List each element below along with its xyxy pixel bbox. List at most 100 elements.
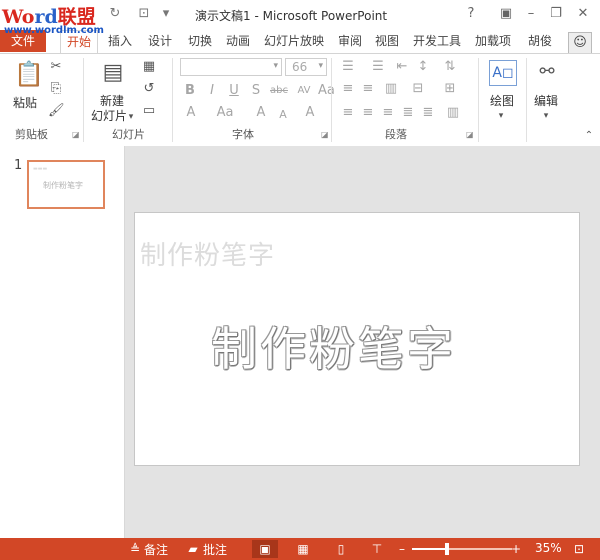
paragraph-launcher-icon[interactable]: ◪ — [466, 130, 474, 139]
comments-button[interactable]: 批注 — [203, 541, 227, 558]
chalk-text[interactable]: 制作粉笔字 — [211, 313, 456, 379]
user-name[interactable]: 胡俊 — [528, 30, 552, 52]
slideshow-view-icon[interactable]: ⊤ — [368, 540, 386, 558]
format-painter-icon[interactable]: 🖌 — [48, 103, 65, 119]
thumbnail-title-placeholder: ▬▬▬ — [33, 166, 48, 172]
cut-icon[interactable]: ✂ — [48, 59, 64, 75]
customize-qat-icon[interactable]: ▾ — [158, 6, 174, 22]
font-launcher-icon[interactable]: ◪ — [321, 130, 329, 139]
collapse-ribbon-icon[interactable]: ⌃ — [583, 128, 595, 144]
notes-button[interactable]: 备注 — [144, 541, 168, 558]
underline-icon[interactable]: U — [227, 83, 241, 99]
paste-icon[interactable]: 📋 — [14, 60, 44, 88]
zoom-out-icon[interactable]: – — [396, 540, 408, 558]
align-text-icon[interactable]: ⊟ — [410, 81, 426, 97]
zoom-slider-thumb[interactable] — [445, 543, 449, 555]
font-size-input[interactable]: 66 ▾ — [285, 58, 327, 76]
zoom-slider[interactable] — [412, 543, 512, 555]
chevron-down-icon: ▾ — [273, 61, 278, 71]
align-center-icon[interactable]: ≡ — [360, 81, 376, 97]
normal-view-icon[interactable]: ▣ — [252, 540, 278, 558]
copy-icon[interactable]: ⎘ — [48, 81, 64, 97]
minimize-button[interactable]: – — [520, 4, 542, 24]
chevron-down-icon[interactable]: ▾ — [496, 108, 506, 124]
slide-canvas[interactable]: 制作粉笔字 制作粉笔字 — [134, 212, 580, 466]
change-case-icon[interactable]: Aa — [318, 83, 335, 99]
numbering-icon[interactable]: ☰ — [370, 59, 386, 75]
tab-slideshow[interactable]: 幻灯片放映 — [264, 30, 324, 52]
italic-icon[interactable]: I — [205, 83, 219, 99]
slide-thumbnail-pane: 1 ▬▬▬ 制作粉笔字 — [0, 146, 125, 538]
notes-icon[interactable]: ≜ — [128, 540, 142, 558]
restore-button[interactable]: ❐ — [545, 4, 567, 24]
new-slide-label-2[interactable]: 幻灯片 — [91, 107, 127, 124]
align-left-icon[interactable]: ≡ — [340, 105, 356, 121]
distributed-icon[interactable]: ≣ — [420, 105, 436, 121]
tab-insert[interactable]: 插入 — [108, 30, 132, 52]
align-right-icon[interactable]: ≡ — [380, 105, 396, 121]
paste-button[interactable]: 粘贴 — [13, 94, 37, 111]
fit-slide-icon[interactable]: ⊡ — [570, 540, 588, 558]
zoom-level[interactable]: 35% — [535, 541, 562, 555]
site-url-watermark: www.wordlm.com — [4, 25, 104, 36]
binoculars-icon[interactable]: ⚯ — [534, 60, 560, 84]
tab-transitions[interactable]: 切换 — [188, 30, 212, 52]
tab-developer[interactable]: 开发工具 — [413, 30, 461, 52]
bullets-icon[interactable]: ☰ — [340, 59, 356, 75]
font-group-label: 字体 — [232, 128, 254, 141]
layout-icon[interactable]: ▦ — [140, 59, 158, 75]
font-color-icon[interactable]: A — [183, 105, 199, 121]
font-name-input[interactable]: ▾ — [180, 58, 282, 76]
group-divider — [172, 58, 173, 142]
tab-addins[interactable]: 加载项 — [475, 30, 511, 52]
group-divider — [526, 58, 527, 142]
slide-thumbnail[interactable]: ▬▬▬ 制作粉笔字 — [27, 160, 105, 209]
avatar[interactable]: ☺ — [568, 32, 592, 54]
clear-formatting-icon[interactable]: A — [302, 105, 318, 121]
smartart-icon[interactable]: ⊞ — [442, 81, 458, 97]
tab-review[interactable]: 审阅 — [338, 30, 362, 52]
ribbon-display-options-icon[interactable]: ▣ — [495, 4, 517, 24]
align-center-icon[interactable]: ≡ — [360, 105, 376, 121]
clipboard-launcher-icon[interactable]: ◪ — [72, 130, 80, 139]
tab-animations[interactable]: 动画 — [226, 30, 250, 52]
section-icon[interactable]: ▭ — [140, 103, 158, 119]
char-spacing-icon[interactable]: AV — [294, 83, 314, 99]
group-divider — [83, 58, 84, 142]
columns-icon[interactable]: ▥ — [383, 81, 399, 97]
shapes-icon[interactable]: A◻ — [489, 60, 517, 86]
chevron-down-icon[interactable]: ▾ — [541, 108, 551, 124]
close-button[interactable]: ✕ — [572, 4, 594, 24]
chevron-down-icon[interactable]: ▾ — [126, 109, 136, 125]
new-slide-icon[interactable]: ▤ — [98, 60, 128, 86]
bold-icon[interactable]: B — [183, 83, 197, 99]
tab-design[interactable]: 设计 — [148, 30, 172, 52]
change-case-icon[interactable]: Aa — [214, 105, 236, 121]
strikethrough-icon[interactable]: abc — [268, 83, 290, 99]
justify-icon[interactable]: ≣ — [400, 105, 416, 121]
redo-icon[interactable]: ↻ — [107, 6, 123, 22]
slide-sorter-icon[interactable]: ▦ — [294, 540, 312, 558]
start-slideshow-icon[interactable]: ⊡ — [136, 6, 152, 22]
ribbon: 📋 粘贴 ✂ ⎘ 🖌 剪贴板 ◪ ▤ 新建 幻灯片 ▾ ▦ ↺ ▭ 幻灯片 ▾ … — [0, 53, 600, 147]
tab-view[interactable]: 视图 — [375, 30, 399, 52]
editing-button[interactable]: 编辑 — [534, 92, 558, 109]
status-bar: ≜ 备注 ▰ 批注 ▣ ▦ ▯ ⊤ – + 35% ⊡ — [0, 538, 600, 560]
align-left-icon[interactable]: ≡ — [340, 81, 356, 97]
comment-icon[interactable]: ▰ — [186, 540, 200, 558]
decrease-font-icon[interactable]: A — [276, 107, 290, 123]
shadow-icon[interactable]: S — [249, 83, 263, 99]
window-title: 演示文稿1 - Microsoft PowerPoint — [195, 9, 388, 23]
zoom-in-icon[interactable]: + — [510, 540, 522, 558]
reading-view-icon[interactable]: ▯ — [332, 540, 350, 558]
columns-icon[interactable]: ▥ — [445, 105, 461, 121]
drawing-button[interactable]: 绘图 — [490, 92, 514, 109]
chevron-down-icon: ▾ — [318, 61, 323, 71]
increase-font-icon[interactable]: A — [254, 105, 268, 121]
reset-icon[interactable]: ↺ — [140, 81, 158, 97]
text-direction-icon[interactable]: ⇅ — [442, 59, 458, 75]
help-icon[interactable]: ? — [460, 4, 482, 24]
title-placeholder[interactable]: 制作粉笔字 — [140, 235, 275, 272]
decrease-indent-icon[interactable]: ⇤ — [394, 59, 410, 75]
line-spacing-icon[interactable]: ↕ — [415, 59, 431, 75]
